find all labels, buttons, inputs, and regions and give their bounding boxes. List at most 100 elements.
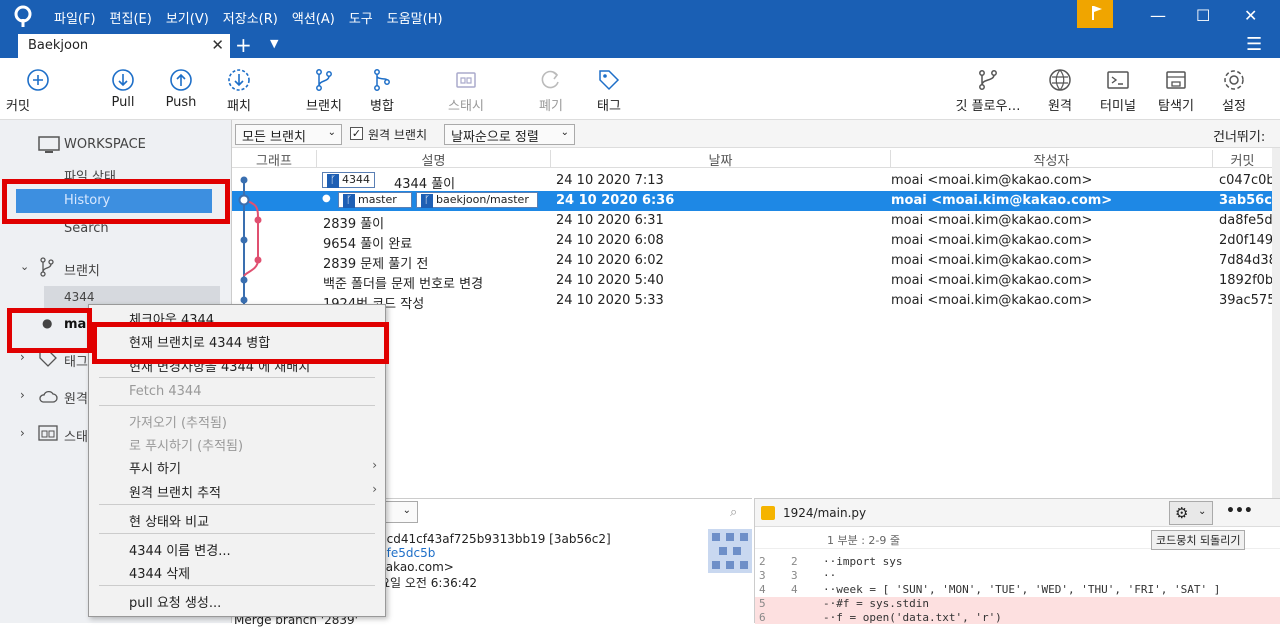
notification-flag-button[interactable] [1077,0,1113,28]
toolbar: 커밋 Pull Push 패치 브랜치 병합 스태시 폐기 태그 깃 플로우… … [0,58,1280,120]
menu-file[interactable]: 파일(F) [54,8,96,27]
menu-item-delete[interactable]: 4344 삭제 [129,563,190,582]
settings-button[interactable]: 설정 [1199,58,1269,114]
chevron-down-icon: ⌄ [402,505,411,516]
cloud-icon [39,390,58,403]
monitor-icon [38,136,60,153]
menu-help[interactable]: 도움말(H) [387,8,443,27]
title-bar: 파일(F) 편집(E) 보기(V) 저장소(R) 액션(A) 도구 도움말(H)… [0,0,1280,32]
chevron-down-icon: ⌄ [327,127,336,138]
menu-item-diff-current[interactable]: 현 상태와 비교 [129,511,209,530]
close-window-icon[interactable]: ✕ [1244,6,1257,25]
head-dot-icon: ● [322,193,331,204]
menu-edit[interactable]: 편집(E) [110,8,152,27]
column-author[interactable]: 작성자 [890,150,1212,169]
branch-filter-select[interactable]: 모든 브랜치 ⌄ [235,124,342,145]
menu-item-pull-tracked[interactable]: 가져오기 (추적됨) [129,412,227,431]
chevron-down-icon[interactable]: ⌄ [20,260,29,273]
pull-icon [112,69,134,91]
branch-4344-label: 4344 [64,290,95,304]
menu-item-push-to[interactable]: 푸시 하기 [129,458,181,477]
sidebar-branches-header[interactable]: 브랜치 [64,260,100,279]
stash-icon [456,72,476,88]
tag-button[interactable]: 태그 [574,58,644,114]
chevron-right-icon[interactable]: › [20,426,25,440]
more-options-icon[interactable]: ••• [1226,503,1253,519]
diff-line: 4 4 ··week = [ 'SUN', 'MON', 'TUE', 'WED',… [759,583,1221,596]
sidebar-tags-header[interactable]: 태그 [64,351,88,370]
menu-item-create-pull-request[interactable]: pull 요청 생성... [129,592,221,611]
menu-separator [99,504,375,505]
highlight-box-master [7,308,92,353]
patch-icon [228,69,250,91]
sort-select[interactable]: 날짜순으로 정렬 ⌄ [444,124,575,145]
highlight-box-merge [92,322,389,364]
push-icon [170,69,192,91]
repo-tab-title: Baekjoon [28,38,89,53]
menu-separator [99,533,375,534]
workspace-header: WORKSPACE [64,137,146,152]
menu-repository[interactable]: 저장소(R) [223,8,278,27]
menu-item-track-remote[interactable]: 원격 브랜치 추적 [129,482,221,501]
gitflow-icon [979,70,997,90]
new-tab-icon[interactable]: + [235,33,252,57]
diff-line: 2 2 ··import sys [759,555,903,568]
hamburger-menu-icon[interactable]: ☰ [1246,34,1262,55]
menu-item-fetch[interactable]: Fetch 4344 [129,384,201,399]
vertical-scrollbar[interactable] [1272,148,1280,498]
commit-row[interactable]: 2839 풀이 24 10 2020 6:31 moai <moai.kim@k… [232,211,1273,232]
column-description[interactable]: 설명 [316,150,550,169]
commit-row[interactable]: 2839 문제 풀기 전 24 10 2020 6:02 moai <moai.… [232,251,1277,272]
merge-button[interactable]: 병합 [347,58,417,114]
commit-row[interactable]: ᚴ 4344 4344 풀이 24 10 2020 7:13 moai <moai… [232,171,1275,192]
repo-tab[interactable]: Baekjoon ✕ [18,34,230,58]
remote-branches-checkbox[interactable]: ✓ [350,127,363,140]
highlight-box-history [2,179,230,224]
menu-item-rename[interactable]: 4344 이름 변경... [129,540,231,559]
sidebar-remotes-header[interactable]: 원격 [64,388,88,407]
gitflow-button[interactable]: 깃 플로우… [953,58,1023,114]
gear-icon: ⚙ [1175,504,1189,522]
chevron-down-icon: ⌄ [560,127,569,138]
branch-badge-icon: ᚴ [327,174,339,188]
author-avatar [708,529,752,573]
tab-dropdown-icon[interactable]: ▼ [270,37,278,50]
branch-badge-icon: ᚴ [343,194,355,208]
commit-icon [27,69,49,91]
column-date[interactable]: 날짜 [550,150,890,169]
menu-actions[interactable]: 액션(A) [292,8,335,27]
chevron-right-icon[interactable]: › [20,388,25,402]
commit-date: 요일 오전 6:36:42 [379,576,478,590]
menu-tools[interactable]: 도구 [349,8,373,27]
diff-line-removed: 6 -·f = open('data.txt', 'r') [755,611,1280,624]
menu-separator [99,377,375,378]
close-tab-icon[interactable]: ✕ [211,36,224,54]
commit-row[interactable]: 1924번 코드 작성 24 10 2020 5:33 moai <moai.k… [232,291,1275,312]
minimize-icon[interactable]: — [1150,6,1166,25]
menu-item-push-tracked[interactable]: 로 푸시하기 (추적됨) [129,435,243,454]
sidebar-stashes-header[interactable]: 스태 [64,426,88,445]
search-icon[interactable]: ⌕ [730,505,737,520]
commit-row-selected[interactable]: ● ᚴ master ᚴ baekjoon/master 24 10 2020 6:3… [232,191,1280,211]
flag-icon [1092,6,1102,20]
stash-button[interactable]: 스태시 [431,58,501,114]
column-graph[interactable]: 그래프 [232,150,316,169]
revert-hunk-button[interactable]: 코드뭉치 되돌리기 [1151,530,1246,550]
discard-icon [541,70,559,89]
branch-icon [316,69,332,91]
diff-settings-button[interactable]: ⚙ ⌄ [1169,501,1213,525]
explorer-icon [1166,71,1186,89]
diff-file-name: 1924/main.py [783,506,867,520]
patch-button[interactable]: 패치 [204,58,274,114]
terminal-icon [1107,71,1129,89]
maximize-icon[interactable]: ☐ [1196,6,1210,25]
commit-button[interactable]: 커밋 [3,58,73,114]
column-commit[interactable]: 커밋 [1212,150,1272,169]
commit-row[interactable]: 백준 폴더를 문제 번호로 변경 24 10 2020 5:40 moai <m… [232,271,1273,292]
author-email: kakao.com> [379,560,454,574]
parent-hash-link[interactable]: 8fe5dc5b [379,546,435,560]
commit-row[interactable]: 9654 풀이 완료 24 10 2020 6:08 moai <moai.ki… [232,231,1273,252]
menu-view[interactable]: 보기(V) [166,8,209,27]
hunk-header: 1 부분 : 2-9 줄 코드뭉치 되돌리기 [755,527,1280,550]
branch-badge-icon: ᚴ [421,194,433,208]
